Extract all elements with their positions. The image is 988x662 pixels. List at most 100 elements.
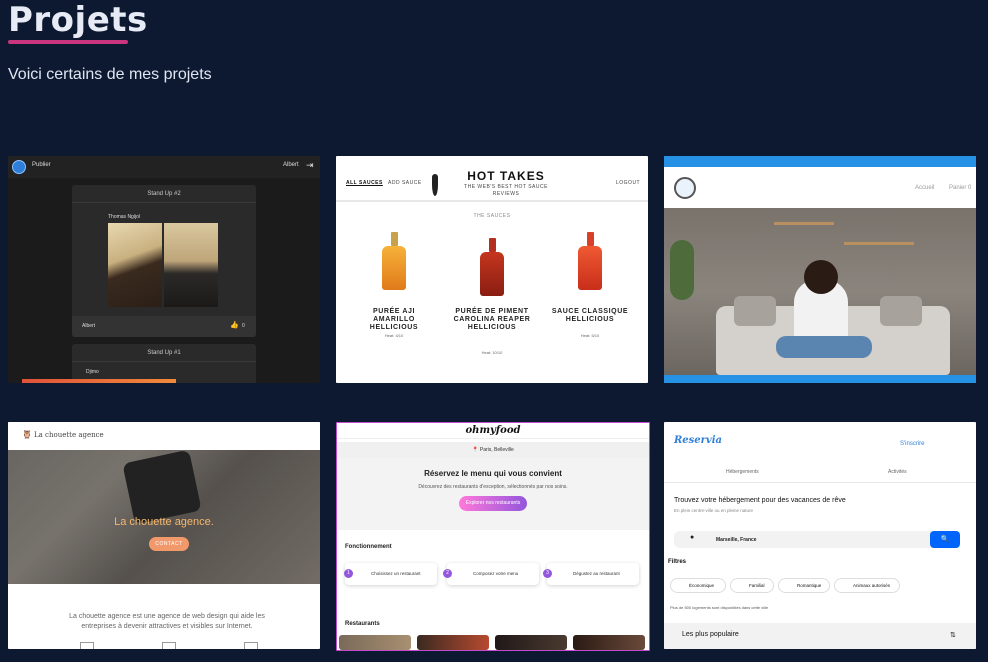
page-title: Projets	[8, 0, 148, 40]
ohmyfood-hero-subtitle: Découvrez des restaurants d'exception, s…	[418, 484, 568, 490]
nav-all-sauces: ALL SAUCES	[346, 180, 383, 186]
restaurant-thumbnails	[339, 635, 647, 650]
sauce-drip-icon	[432, 174, 438, 196]
post-panel-2: Stand Up #1 Djimo	[72, 344, 256, 383]
post-title: Stand Up #2	[72, 185, 256, 203]
step-number-2: 2	[443, 569, 452, 578]
ohmyfood-hero-title: Réservez le menu qui vous convient	[424, 469, 562, 478]
nav-add-sauce: ADD SAUCE	[388, 180, 422, 186]
user-name: Albert	[283, 162, 299, 168]
like-icon: 👍	[230, 322, 239, 329]
search-icon: 🔍	[940, 536, 950, 543]
project-card-hot-takes[interactable]: ALL SAUCES ADD SAUCE HOT TAKES THE WEB'S…	[336, 156, 648, 383]
ohmyfood-header: ohmyfood	[337, 423, 649, 439]
restaurant-thumb-3	[495, 635, 567, 650]
post-image-strip	[22, 379, 176, 383]
project-card-kasa[interactable]: Accueil Panier 0	[664, 156, 976, 383]
trend-icon: ⇅	[950, 632, 956, 639]
step-number-3: 3	[543, 569, 552, 578]
filter-economique: Économique	[670, 578, 726, 593]
post-title-2: Stand Up #1	[72, 344, 256, 362]
wall-shelf-2	[844, 242, 914, 245]
hot-takes-title: HOT TAKES	[467, 169, 545, 183]
section-how-it-works: Fonctionnement	[345, 544, 392, 550]
reservia-tabs: Hébergements Activités	[664, 461, 976, 483]
hot-takes-nav: ALL SAUCES ADD SAUCE HOT TAKES THE WEB'S…	[336, 156, 648, 202]
post-footer: Albert 👍 0	[72, 316, 256, 337]
plant-decor	[670, 240, 694, 300]
filter-romantique: Romantique	[778, 578, 830, 593]
sauce-heat-3: Heat: 5/10	[580, 333, 600, 338]
location-bar: 📍 Paris, Belleville	[337, 442, 649, 458]
location-pin-icon: ●	[690, 534, 695, 541]
title-underline	[8, 40, 128, 44]
reservia-heading: Trouvez votre hébergement pour des vacan…	[674, 497, 846, 504]
contact-bar	[664, 156, 976, 167]
location-pin-icon: 📍	[472, 447, 480, 453]
post-image-right	[164, 223, 218, 307]
restaurant-thumb-4	[573, 635, 645, 650]
search-button: 🔍	[930, 531, 960, 548]
brand-logo	[674, 177, 696, 199]
step-2: Composez votre menu	[447, 563, 539, 585]
post-panel: Stand Up #2 Thomas Ngijol Albert 👍 0	[72, 185, 256, 337]
nav-cart: Panier 0	[949, 185, 972, 191]
project-card-chouette-agence[interactable]: 🦉 La chouette agence La chouette agence.…	[8, 422, 320, 649]
sauce-name-2: PURÉE DE PIMENT CAROLINA REAPER HELLICIO…	[453, 308, 531, 331]
agence-brand: La chouette agence	[34, 431, 104, 439]
sauce-name-1: PURÉE AJI AMARILLO HELLICIOUS	[369, 308, 419, 331]
nav-logout: LOGOUT	[616, 180, 641, 186]
post-image-left	[108, 223, 162, 307]
post-author-2: Djimo	[86, 369, 99, 375]
cushion-right	[880, 296, 922, 326]
reservia-subheading: En plein centre-ville ou en pleine natur…	[674, 508, 754, 513]
contact-button: CONTACT	[149, 537, 189, 551]
location-text: Paris, Belleville	[479, 447, 514, 453]
search-value: Marseille, France	[716, 537, 757, 543]
person-head	[804, 260, 838, 294]
agence-header: 🦉 La chouette agence	[8, 422, 320, 450]
restaurant-thumb-1	[339, 635, 411, 650]
project-card-reservia[interactable]: Reservia S'inscrire Hébergements Activit…	[664, 422, 976, 649]
sauce-heat-2: Heat: 10/10	[481, 350, 503, 355]
filter-familial: Familial	[730, 578, 774, 593]
publish-link: Publier	[32, 162, 51, 168]
service-icon-1	[80, 642, 94, 649]
project-card-ohmyfood[interactable]: ohmyfood 📍 Paris, Belleville Réservez le…	[336, 422, 650, 651]
agence-description: La chouette agence est une agence de web…	[69, 613, 265, 630]
filter-animaux: Animaux autorisés	[834, 578, 900, 593]
filters-label: Filtres	[668, 559, 687, 565]
service-icon-2	[162, 642, 176, 649]
restaurant-thumb-2	[417, 635, 489, 650]
project-card-groupomania[interactable]: Publier Albert ⇥ Stand Up #2 Thomas Ngij…	[8, 156, 320, 383]
step-3: Dégustez au restaurant	[547, 563, 639, 585]
ohmyfood-logo: ohmyfood	[465, 425, 521, 436]
section-restaurants: Restaurants	[345, 621, 380, 627]
sauce-heat-1: Heat: 4/10	[384, 333, 404, 338]
page-subtitle: Voici certains de mes projets	[8, 66, 212, 83]
wall-shelf	[774, 222, 834, 225]
explore-button: Explorer nos restaurants	[459, 496, 527, 511]
sauce-bottle-1	[382, 232, 406, 290]
like-count: 0	[242, 323, 245, 329]
hero-image	[664, 208, 976, 375]
sauce-name-3: SAUCE CLASSIQUE HELLICIOUS	[551, 308, 629, 323]
tab-activities: Activités	[888, 469, 907, 475]
owl-logo-icon: 🦉	[22, 430, 32, 439]
popular-title: Les plus populaire	[682, 631, 739, 638]
sauces-section-label: THE SAUCES	[473, 213, 511, 219]
availability-info: Plus de 500 logements sont disponibles d…	[670, 605, 769, 610]
person-legs	[776, 336, 872, 358]
step-number-1: 1	[344, 569, 353, 578]
service-icon-3	[244, 642, 258, 649]
post-footer-user: Albert	[82, 323, 96, 329]
footer-bar	[664, 375, 976, 383]
post-author: Thomas Ngijol	[108, 214, 140, 220]
nav-home: Accueil	[915, 185, 935, 191]
hot-takes-subtitle: THE WEB'S BEST HOT SAUCE REVIEWS	[464, 184, 548, 197]
step-1: Choisissez un restaurant	[345, 563, 437, 585]
reservia-logo: Reservia	[674, 435, 723, 446]
sauce-bottle-3	[578, 232, 602, 290]
cushion-left	[734, 296, 776, 326]
sauce-bottle-2	[480, 238, 504, 296]
